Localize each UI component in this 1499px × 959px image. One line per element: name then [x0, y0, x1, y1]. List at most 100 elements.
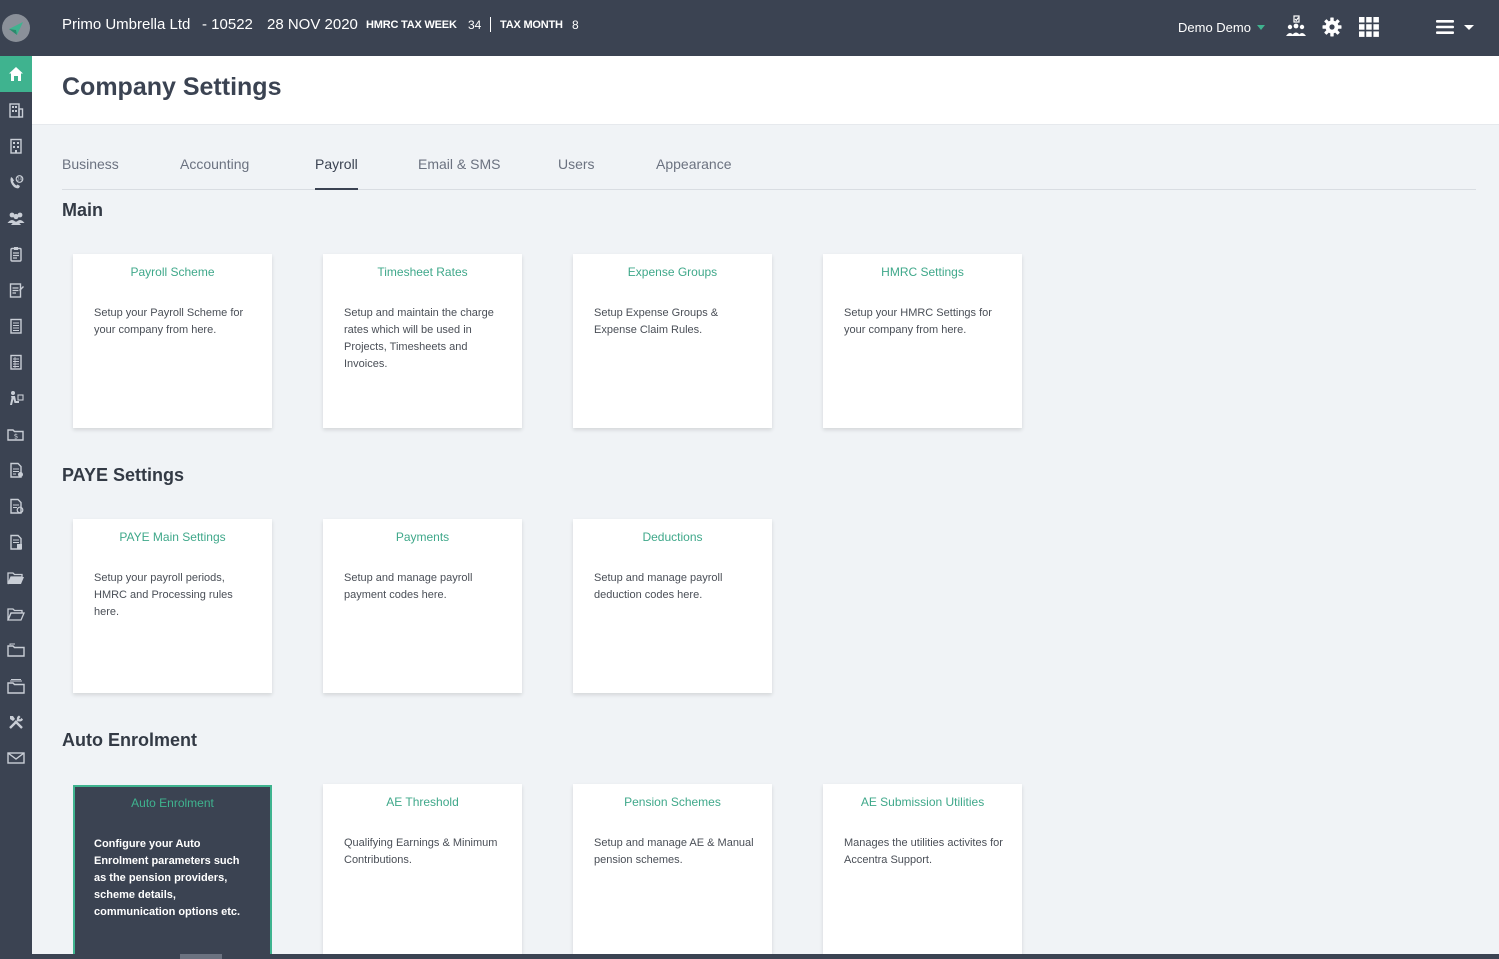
tax-month-label: TAX MONTH — [500, 19, 563, 31]
card-title: Timesheet Rates — [377, 265, 468, 279]
tab-email-sms[interactable]: Email & SMS — [418, 156, 500, 189]
user-name: Demo Demo — [1178, 20, 1251, 35]
sidebar-item-reports[interactable] — [0, 488, 32, 524]
clipboard-icon — [10, 247, 22, 262]
chevron-down-icon — [1256, 25, 1265, 30]
page-header: Company Settings — [32, 56, 1499, 125]
sidebar-item-workers[interactable] — [0, 380, 32, 416]
card-description: Setup Expense Groups & Expense Claim Rul… — [594, 307, 719, 336]
tax-week-label: HMRC TAX WEEK — [366, 19, 457, 31]
gear-icon[interactable] — [1319, 14, 1345, 40]
tab-appearance[interactable]: Appearance — [656, 156, 732, 189]
current-date: 28 NOV 2020 — [267, 16, 358, 33]
card-description: Setup and manage payroll deduction codes… — [594, 572, 723, 601]
sidebar-item-statements[interactable] — [0, 524, 32, 560]
statement-icon — [10, 534, 22, 550]
office-icon — [10, 138, 22, 154]
card-deductions[interactable]: Deductions Setup and manage payroll dedu… — [573, 519, 772, 693]
sidebar-item-people[interactable] — [0, 200, 32, 236]
card-timesheet-rates[interactable]: Timesheet Rates Setup and maintain the c… — [323, 254, 522, 428]
card-description: Qualifying Earnings & Minimum Contributi… — [344, 837, 498, 866]
card-description: Setup and maintain the charge rates whic… — [344, 307, 494, 370]
tab-business[interactable]: Business — [62, 156, 119, 189]
top-bar: Primo Umbrella Ltd - 10522 28 NOV 2020 H… — [0, 0, 1499, 56]
user-menu[interactable]: Demo Demo — [1178, 20, 1265, 35]
mail-icon — [7, 752, 25, 764]
section-title-auto-enrolment: Auto Enrolment — [62, 730, 197, 750]
card-title: Pension Schemes — [624, 795, 721, 809]
card-title: Payments — [395, 530, 450, 544]
sidebar-item-uploads[interactable] — [0, 596, 32, 632]
card-pension-schemes[interactable]: Pension Schemes Setup and manage AE & Ma… — [573, 784, 772, 958]
team-tasks-icon[interactable] — [1283, 14, 1309, 40]
form-icon — [9, 283, 24, 298]
app-logo[interactable] — [0, 10, 32, 46]
card-title: Auto Enrolment — [131, 796, 214, 810]
scrollbar-thumb[interactable] — [180, 954, 222, 959]
folder-stack-icon — [7, 679, 25, 694]
horizontal-scrollbar[interactable] — [0, 954, 1499, 959]
card-description: Manages the utilities activites for Acce… — [844, 837, 1003, 866]
phone-support-icon: 24 — [10, 175, 24, 189]
section-title-paye-settings: PAYE Settings — [62, 465, 185, 485]
ledger-icon — [10, 354, 22, 370]
worker-icon — [10, 391, 24, 405]
card-title: Expense Groups — [627, 265, 718, 279]
sidebar-item-support[interactable]: 24 — [0, 164, 32, 200]
sidebar-item-home[interactable] — [0, 56, 32, 92]
tab-accounting[interactable]: Accounting — [180, 156, 249, 189]
company-id: - 10522 — [202, 16, 253, 33]
divider — [490, 17, 491, 32]
sidebar-item-offices[interactable] — [0, 128, 32, 164]
card-auto-enrolment[interactable]: Auto Enrolment Configure your Auto Enrol… — [73, 785, 272, 959]
card-ae-threshold[interactable]: AE Threshold Qualifying Earnings & Minim… — [323, 784, 522, 958]
people-icon — [7, 212, 25, 225]
folder-open-icon — [7, 572, 24, 585]
card-paye-main-settings[interactable]: PAYE Main Settings Setup your payroll pe… — [73, 519, 272, 693]
sidebar-item-archive[interactable] — [0, 632, 32, 668]
card-payments[interactable]: Payments Setup and manage payroll paymen… — [323, 519, 522, 693]
svg-text:$: $ — [14, 433, 18, 441]
money-folder-icon: $ — [7, 429, 24, 441]
sidebar-item-forms[interactable] — [0, 272, 32, 308]
sidebar-item-documents[interactable] — [0, 308, 32, 344]
card-description: Setup your HMRC Settings for your compan… — [844, 307, 992, 336]
tax-month-value: 8 — [572, 18, 579, 32]
sidebar-item-mail[interactable] — [0, 740, 32, 776]
document-icon — [10, 318, 22, 334]
card-hmrc-settings[interactable]: HMRC Settings Setup your HMRC Settings f… — [823, 254, 1022, 428]
page-title: Company Settings — [62, 73, 282, 101]
sidebar-item-tasks[interactable] — [0, 236, 32, 272]
sidebar-item-ledger[interactable] — [0, 344, 32, 380]
settings-tabs: Business Accounting Payroll Email & SMS … — [62, 156, 1476, 190]
svg-text:24: 24 — [17, 176, 23, 181]
hamburger-menu-icon[interactable] — [1436, 14, 1476, 40]
sidebar-item-companies[interactable] — [0, 92, 32, 128]
card-description: Configure your Auto Enrolment parameters… — [94, 838, 241, 918]
folder-upload-icon — [7, 608, 25, 621]
card-description: Setup your payroll periods, HMRC and Pro… — [94, 572, 233, 618]
sidebar-item-finance[interactable]: $ — [0, 416, 32, 452]
logo-icon — [2, 14, 30, 42]
grid-icon[interactable] — [1356, 14, 1382, 40]
building-icon — [9, 103, 24, 118]
card-title: Payroll Scheme — [130, 265, 215, 279]
card-ae-submission-utilities[interactable]: AE Submission Utilities Manages the util… — [823, 784, 1022, 958]
section-title-main: Main — [62, 200, 104, 220]
card-title: PAYE Main Settings — [119, 530, 226, 544]
card-expense-groups[interactable]: Expense Groups Setup Expense Groups & Ex… — [573, 254, 772, 428]
card-title: Deductions — [642, 530, 703, 544]
report-icon — [10, 498, 24, 514]
sidebar-item-folders[interactable] — [0, 560, 32, 596]
folder-icon — [7, 643, 25, 657]
tax-week-value: 34 — [468, 18, 482, 32]
company-name[interactable]: Primo Umbrella Ltd — [62, 16, 190, 33]
sidebar-item-invoices[interactable] — [0, 452, 32, 488]
sidebar-item-tools[interactable] — [0, 704, 32, 740]
sidebar-item-files[interactable] — [0, 668, 32, 704]
tab-users[interactable]: Users — [558, 156, 595, 189]
card-description: Setup and manage payroll payment codes h… — [344, 572, 473, 601]
tab-payroll[interactable]: Payroll — [315, 156, 358, 190]
card-description: Setup and manage AE & Manual pension sch… — [594, 837, 754, 866]
card-payroll-scheme[interactable]: Payroll Scheme Setup your Payroll Scheme… — [73, 254, 272, 428]
